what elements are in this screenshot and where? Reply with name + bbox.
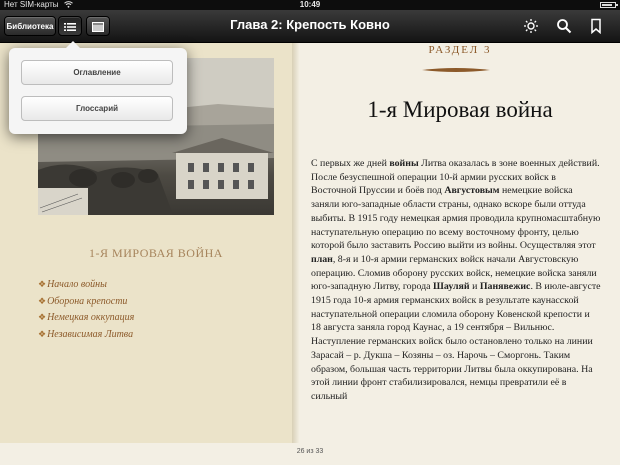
- toc-item[interactable]: ❖Немецкая оккупация: [38, 309, 134, 326]
- battery-level: [602, 4, 613, 6]
- table-of-contents-button[interactable]: Оглавление: [21, 60, 173, 85]
- glossary-button[interactable]: Глоссарий: [21, 96, 173, 121]
- toc-item-label: Оборона крепости: [47, 295, 128, 307]
- toc-item-label: Начало войны: [47, 279, 107, 290]
- clock: 10:49: [299, 0, 321, 9]
- diamond-icon: ❖: [38, 295, 47, 306]
- toc-item-label: Немецкая оккупация: [47, 312, 135, 323]
- text-run: С первых же дней: [311, 158, 390, 169]
- bookmark-icon[interactable]: [588, 18, 604, 34]
- toc-item[interactable]: ❖Начало войны: [38, 276, 134, 293]
- brightness-icon[interactable]: [523, 18, 539, 34]
- body-text: С первых же дней войны Литва оказалась в…: [311, 157, 601, 440]
- battery-icon: [600, 2, 618, 8]
- toc-item[interactable]: ❖Независимая Литва: [38, 326, 134, 343]
- ornament-divider: [422, 68, 490, 72]
- bold-term: план: [311, 253, 333, 265]
- toolbar: Библиотека Глава 2: Крепость Ковно: [0, 10, 620, 43]
- page-indicator: 26 из 33: [296, 448, 324, 455]
- popover-arrow: [66, 41, 80, 48]
- text-run: . В июле-августе 1915 года 10-я армия ге…: [311, 281, 601, 402]
- bold-term: войны: [389, 158, 419, 169]
- section-links: ❖Начало войны ❖Оборона крепости ❖Немецка…: [38, 276, 134, 342]
- search-icon[interactable]: [556, 18, 572, 34]
- status-bar: Нет SIM-карты 10:49: [0, 0, 620, 10]
- text-run: и: [469, 281, 480, 293]
- book-spine: [292, 43, 300, 443]
- diamond-icon: ❖: [38, 279, 47, 289]
- bold-term: Панявежис: [479, 281, 531, 293]
- toc-item[interactable]: ❖Оборона крепости: [38, 293, 134, 310]
- diamond-icon: ❖: [38, 328, 47, 339]
- toc-item-label: Независимая Литва: [47, 328, 134, 340]
- left-page-heading: 1-Я МИРОВАЯ ВОЙНА: [89, 246, 223, 260]
- section-label: РАЗДЕЛ 3: [428, 44, 492, 56]
- diamond-icon: ❖: [38, 312, 47, 322]
- contents-popover: Оглавление Глоссарий: [9, 41, 187, 134]
- bold-term: Августовым: [444, 185, 500, 197]
- page-title: 1-я Мировая война: [367, 97, 553, 122]
- bold-term: Шауляй: [433, 281, 470, 293]
